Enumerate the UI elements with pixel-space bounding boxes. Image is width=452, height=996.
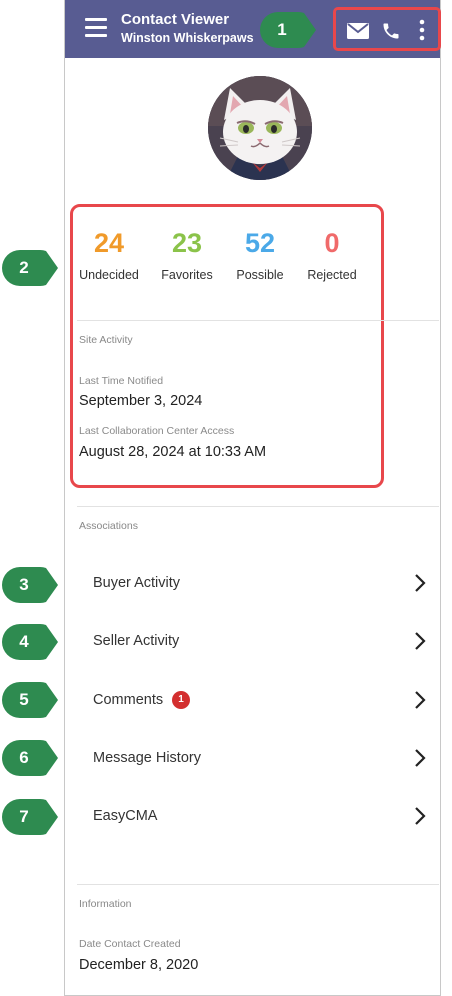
stat-favorites[interactable]: 23 Favorites — [157, 228, 217, 282]
contact-viewer-frame: Contact Viewer Winston Whiskerpaws 24 Un… — [64, 0, 441, 996]
item-label: Seller Activity — [93, 633, 180, 649]
mail-icon[interactable] — [346, 22, 370, 45]
more-vert-icon[interactable] — [418, 18, 426, 47]
chevron-right-icon — [413, 689, 427, 716]
chevron-right-icon — [413, 630, 427, 657]
item-label: Buyer Activity — [93, 575, 181, 591]
stat-label: Favorites — [161, 268, 213, 282]
associations-heading: Associations — [79, 520, 138, 532]
easycma-item[interactable]: EasyCMA — [79, 797, 427, 837]
comments-item[interactable]: Comments 1 — [79, 681, 427, 721]
callout-5: 5 — [2, 682, 58, 718]
stat-label: Possible — [236, 268, 284, 282]
last-notified-value: September 3, 2024 — [79, 393, 203, 409]
buyer-activity-item[interactable]: Buyer Activity — [79, 564, 427, 604]
comment-count-badge: 1 — [172, 691, 190, 709]
stat-rejected[interactable]: 0 Rejected — [303, 228, 361, 282]
stat-label: Undecided — [79, 268, 139, 282]
item-label: Message History — [93, 750, 201, 766]
callout-number: 3 — [19, 575, 29, 594]
information-heading: Information — [79, 898, 132, 910]
callout-3: 3 — [2, 567, 58, 603]
item-label: Comments — [93, 692, 164, 708]
callout-4: 4 — [2, 624, 58, 660]
stat-possible[interactable]: 52 Possible — [231, 228, 289, 282]
stat-value: 24 — [93, 228, 125, 258]
callout-number: 4 — [19, 632, 29, 651]
chevron-right-icon — [413, 805, 427, 832]
stat-value: 23 — [171, 228, 203, 258]
callout-number: 5 — [19, 690, 29, 709]
stat-label: Rejected — [307, 268, 357, 282]
hamburger-icon[interactable] — [85, 18, 107, 38]
message-history-item[interactable]: Message History — [79, 739, 427, 779]
divider — [77, 884, 439, 885]
callout-7: 7 — [2, 799, 58, 835]
chevron-right-icon — [413, 572, 427, 599]
divider — [77, 320, 439, 321]
callout-number: 1 — [277, 20, 287, 39]
last-notified-label: Last Time Notified — [79, 375, 164, 387]
site-activity-heading: Site Activity — [79, 334, 133, 346]
contact-name: Winston Whiskerpaws — [121, 31, 254, 45]
callout-2: 2 — [2, 250, 58, 286]
date-created-label: Date Contact Created — [79, 938, 181, 950]
app-bar: Contact Viewer Winston Whiskerpaws — [65, 0, 441, 58]
last-access-value: August 28, 2024 at 10:33 AM — [79, 444, 267, 460]
item-label: EasyCMA — [93, 808, 158, 824]
callout-6: 6 — [2, 740, 58, 776]
last-access-label: Last Collaboration Center Access — [79, 425, 235, 437]
contact-avatar — [208, 76, 312, 180]
app-title: Contact Viewer — [121, 11, 230, 28]
action-icons-group — [333, 7, 441, 51]
date-created-value: December 8, 2020 — [79, 957, 199, 973]
phone-icon[interactable] — [381, 20, 401, 47]
callout-number: 7 — [19, 807, 29, 826]
seller-activity-item[interactable]: Seller Activity — [79, 622, 427, 662]
chevron-right-icon — [413, 747, 427, 774]
callout-number: 2 — [19, 258, 29, 277]
callout-1: 1 — [260, 12, 316, 48]
stat-value: 52 — [244, 228, 276, 258]
divider — [77, 506, 439, 507]
stat-value: 0 — [324, 228, 340, 258]
callout-number: 6 — [19, 748, 29, 767]
stat-undecided[interactable]: 24 Undecided — [77, 228, 141, 282]
